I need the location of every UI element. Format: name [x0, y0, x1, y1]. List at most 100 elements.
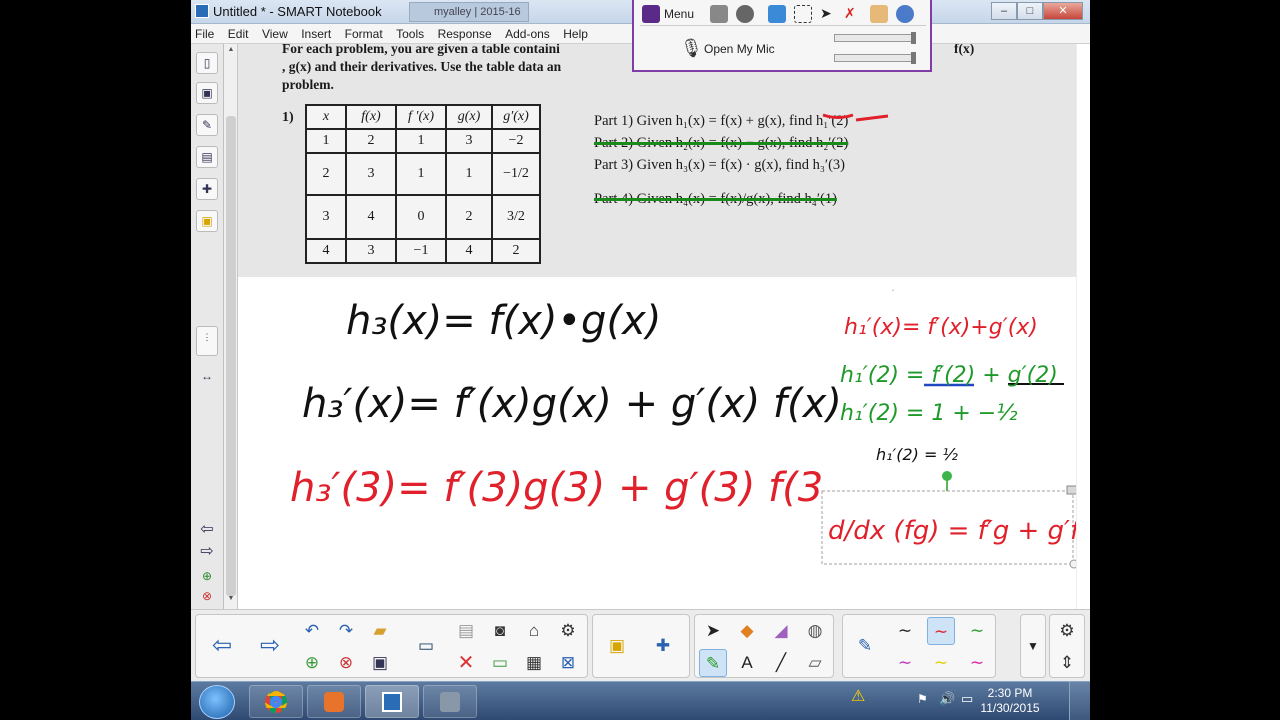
- delete-icon[interactable]: ✕: [452, 649, 480, 677]
- maximize-button[interactable]: □: [1017, 2, 1043, 20]
- addons-icon[interactable]: ✚: [196, 178, 218, 200]
- save-icon[interactable]: ▣: [366, 649, 394, 677]
- network-icon[interactable]: ▭: [961, 691, 973, 707]
- fullscreen-icon[interactable]: ⊠: [554, 649, 582, 677]
- collapse-handle-icon[interactable]: ⋮: [196, 326, 218, 356]
- menu-insert[interactable]: Insert: [297, 24, 336, 41]
- screen-capture-icon[interactable]: ◙: [486, 617, 514, 645]
- line-tool-icon[interactable]: ╱: [767, 649, 795, 677]
- start-button[interactable]: [199, 685, 235, 719]
- annotate-icon[interactable]: ✗: [844, 5, 862, 23]
- pen-type-icon[interactable]: ✎: [851, 632, 879, 660]
- scroll-up-icon[interactable]: ▲: [224, 46, 238, 58]
- menu-addons[interactable]: Add-ons: [501, 24, 555, 41]
- menu-view[interactable]: View: [258, 24, 293, 41]
- scroll-thumb[interactable]: [226, 116, 236, 596]
- document-camera-icon[interactable]: ⌂: [520, 617, 548, 645]
- properties-icon[interactable]: ▤: [196, 146, 218, 168]
- pens-tool-icon[interactable]: ✎: [699, 649, 727, 677]
- select-tool-icon[interactable]: ➤: [699, 617, 727, 645]
- pen-style-magenta[interactable]: ∼: [963, 649, 991, 677]
- fill-icon[interactable]: ◍: [801, 617, 829, 645]
- paste-icon[interactable]: ▤: [452, 617, 480, 645]
- side-delete-page-icon[interactable]: ⊗: [196, 586, 218, 608]
- close-button[interactable]: ✕: [1043, 2, 1083, 20]
- mic-menu-button[interactable]: Menu: [664, 7, 694, 21]
- show-desktop-button[interactable]: [1069, 682, 1090, 720]
- delete-page-icon[interactable]: ⊗: [332, 649, 360, 677]
- mic-volume-slider[interactable]: [834, 52, 916, 64]
- open-file-icon[interactable]: ▰: [366, 617, 394, 645]
- toolbar-expand[interactable]: ▼: [1020, 614, 1046, 678]
- page-sorter-icon[interactable]: ▯: [196, 52, 218, 74]
- share-screen-icon[interactable]: [768, 5, 786, 23]
- raise-hand-icon[interactable]: [870, 5, 888, 23]
- pen-style-green[interactable]: ∼: [963, 617, 991, 645]
- speaker-volume-slider[interactable]: [834, 32, 916, 44]
- handwriting-layer[interactable]: h₃(x)= f(x)•g(x) h₃′(x)= f′(x)g(x) + g′(…: [238, 44, 1090, 609]
- side-add-page-icon[interactable]: ⊕: [196, 566, 218, 588]
- lesson-toolkit-icon[interactable]: ▣: [603, 632, 631, 660]
- gallery-icon[interactable]: ▣: [196, 82, 218, 104]
- addons-puzzle-icon[interactable]: ✚: [649, 632, 677, 660]
- side-left-arrow-icon[interactable]: ⇦: [196, 520, 218, 542]
- page-right-margin: [1076, 44, 1090, 609]
- properties-tool-icon[interactable]: ⚙: [554, 617, 582, 645]
- previous-page-icon[interactable]: ⇦: [208, 632, 236, 660]
- clock[interactable]: 2:30 PM 11/30/2015: [975, 686, 1045, 716]
- pen-style-black[interactable]: ∼: [891, 617, 919, 645]
- volume-icon[interactable]: 🔊: [939, 691, 955, 707]
- menu-response[interactable]: Response: [434, 24, 497, 41]
- select-area-icon[interactable]: [794, 5, 812, 23]
- open-mic-icon[interactable]: 🎙: [680, 38, 703, 58]
- minimize-button[interactable]: –: [991, 2, 1017, 20]
- menu-edit[interactable]: Edit: [224, 24, 254, 41]
- menu-file[interactable]: File: [191, 24, 219, 41]
- rotate-handle-icon[interactable]: [942, 471, 952, 481]
- redo-icon[interactable]: ↷: [332, 617, 360, 645]
- add-page-icon[interactable]: ⊕: [298, 649, 326, 677]
- undo-icon[interactable]: ↶: [298, 617, 326, 645]
- eraser-icon[interactable]: ◢: [767, 617, 795, 645]
- text-tool-icon[interactable]: A: [733, 649, 761, 677]
- next-page-icon[interactable]: ⇨: [256, 632, 284, 660]
- media-player-taskbar-icon[interactable]: [307, 685, 361, 718]
- clock-date: 11/30/2015: [980, 701, 1040, 715]
- pointer-icon[interactable]: ➤: [820, 5, 838, 23]
- pen-style-purple[interactable]: ∼: [891, 649, 919, 677]
- chevron-down-icon[interactable]: ▼: [1020, 632, 1046, 660]
- pen-style-red[interactable]: ∼: [927, 617, 955, 645]
- lesson-activity-icon[interactable]: ▣: [196, 210, 218, 232]
- menu-help[interactable]: Help: [559, 24, 593, 41]
- eraser-tool-icon[interactable]: ▱: [801, 649, 829, 677]
- mic-toolbar: Menu ➤ ✗ 🎙 Open My Mic: [632, 0, 932, 72]
- screen-shade-icon[interactable]: ▭: [486, 649, 514, 677]
- warning-tray-icon[interactable]: ⚠: [851, 686, 869, 705]
- chrome-taskbar-icon[interactable]: [249, 685, 303, 718]
- notebook-page[interactable]: For each problem, you are given a table …: [238, 44, 1090, 609]
- move-toolbar-icon[interactable]: ⇕: [1053, 649, 1081, 677]
- gear-icon[interactable]: ⚙: [1053, 617, 1081, 645]
- taskbar: ⚠ ⚑ 🔊 ▭ 2:30 PM 11/30/2015: [191, 681, 1090, 720]
- toolbar-group-page: ⇦ ⇨ ↶ ↷ ▰ ⊕ ⊗ ▣ ▭ ▤ ◙ ⌂ ⚙ ✕ ▭ ▦ ⊠: [195, 614, 588, 678]
- menu-tools[interactable]: Tools: [392, 24, 429, 41]
- pen-style-yellow[interactable]: ∼: [927, 649, 955, 677]
- background-window-tab[interactable]: myalley | 2015-16: [409, 2, 529, 22]
- scroll-down-icon[interactable]: ▼: [224, 595, 238, 607]
- document-camera-taskbar-icon[interactable]: [423, 685, 477, 718]
- microphone-settings-icon[interactable]: [710, 5, 728, 23]
- menu-format[interactable]: Format: [341, 24, 388, 41]
- camera-icon[interactable]: [736, 5, 754, 23]
- side-right-arrow-icon[interactable]: ⇨: [196, 542, 218, 564]
- attachments-icon[interactable]: ✎: [196, 114, 218, 136]
- resize-arrows-icon[interactable]: ↔: [196, 366, 218, 388]
- display-screen-icon[interactable]: ▭: [412, 632, 440, 660]
- smart-notebook-taskbar-icon[interactable]: [365, 685, 419, 718]
- vertical-scrollbar[interactable]: ▲ ▼: [224, 44, 238, 609]
- toolbar-group-addons: ▣ ✚: [592, 614, 690, 678]
- participants-icon[interactable]: [896, 5, 914, 23]
- open-mic-button[interactable]: Open My Mic: [704, 42, 775, 56]
- action-center-icon[interactable]: ⚑: [917, 692, 928, 706]
- table-icon[interactable]: ▦: [520, 649, 548, 677]
- shapes-tool-icon[interactable]: ◆: [733, 617, 761, 645]
